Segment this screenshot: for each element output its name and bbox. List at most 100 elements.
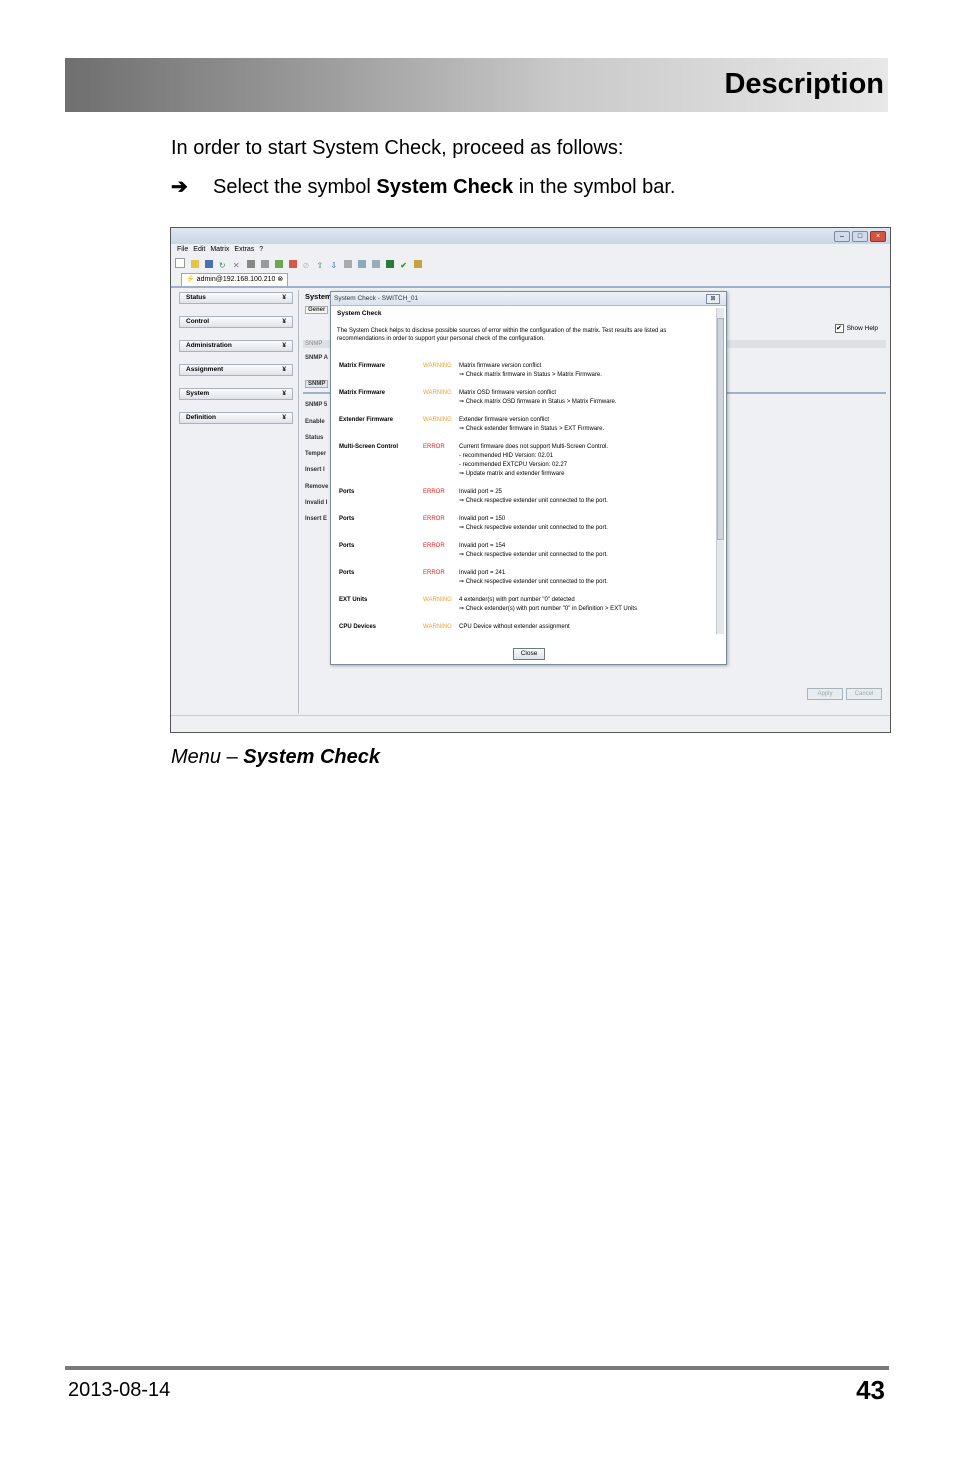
figure-caption: Menu – System Check <box>171 746 380 769</box>
close-icon[interactable]: ⊠ <box>706 294 720 304</box>
page-number: 43 <box>856 1375 885 1405</box>
caption-prefix: Menu – <box>171 746 244 768</box>
chevron-down-icon: ¥ <box>282 414 286 421</box>
open-icon[interactable] <box>190 260 199 268</box>
cut-icon[interactable]: ✕ <box>233 262 241 270</box>
close-tab-icon[interactable]: ⊗ <box>277 276 283 283</box>
save-icon[interactable] <box>204 260 213 268</box>
symbol-bar: ↻ ✕ ⊘ ⇧ ⇩ ✔ <box>175 258 426 270</box>
content-label: Invalid I <box>305 500 328 506</box>
document-icon[interactable] <box>344 260 353 268</box>
content-label: SNMP A <box>305 355 329 361</box>
sidebar-item-label: Definition <box>186 414 216 421</box>
dialog-heading: System Check <box>337 310 382 317</box>
navigation-sidebar: Status ¥ Control ¥ Administration ¥ Assignm… <box>179 292 293 436</box>
menu-help[interactable]: ? <box>259 246 263 253</box>
result-message: 4 extender(s) with port number "0" detec… <box>459 597 638 612</box>
footer-divider <box>65 1366 889 1370</box>
copy-icon[interactable] <box>246 260 255 268</box>
minimize-icon[interactable]: – <box>834 231 850 242</box>
stop-icon[interactable]: ⊘ <box>303 262 311 270</box>
show-help-checkbox[interactable]: ✔ Show Help <box>834 324 878 333</box>
result-severity: WARNING <box>423 363 452 369</box>
sidebar-item-definition[interactable]: Definition ¥ <box>179 412 293 424</box>
content-label: Insert I <box>305 467 325 473</box>
result-category: Ports <box>339 516 355 522</box>
tab-general[interactable]: Gener <box>305 306 329 314</box>
sidebar-item-status[interactable]: Status ¥ <box>179 292 293 304</box>
result-category: EXT Units <box>339 597 368 603</box>
maximize-icon[interactable]: □ <box>852 231 868 242</box>
result-message: Invalid port = 241 ⇒ Check respective ex… <box>459 570 608 585</box>
sidebar-item-label: Administration <box>186 342 232 349</box>
result-category: Ports <box>339 489 355 495</box>
system-check-icon[interactable]: ✔ <box>400 262 408 270</box>
export-icon[interactable] <box>358 260 367 268</box>
close-icon[interactable]: × <box>870 231 886 242</box>
menu-extras[interactable]: Extras <box>234 246 254 253</box>
content-label: Insert E <box>305 516 328 522</box>
result-message: Invalid port = 150 ⇒ Check respective ex… <box>459 516 608 531</box>
sidebar-item-assignment[interactable]: Assignment ¥ <box>179 364 293 376</box>
refresh-icon[interactable]: ↻ <box>219 262 227 270</box>
show-help-label: Show Help <box>846 325 878 332</box>
dialog-scrollbar[interactable] <box>716 308 724 634</box>
content-label: Enable <box>305 419 325 425</box>
arrow-icon: ➔ <box>171 176 188 198</box>
disconnect-icon[interactable] <box>288 260 297 268</box>
result-message: Matrix OSD firmware version conflict ⇒ C… <box>459 390 617 405</box>
result-category: Ports <box>339 543 355 549</box>
matrix-icon[interactable] <box>386 260 395 268</box>
window-titlebar: – □ × <box>171 228 890 244</box>
download-icon[interactable]: ⇩ <box>330 262 338 270</box>
chapter-header-bar: Description <box>65 58 888 112</box>
result-category: Ports <box>339 570 355 576</box>
chevron-down-icon: ¥ <box>282 294 286 301</box>
window-controls: – □ × <box>832 231 886 242</box>
tools-icon[interactable] <box>414 260 423 268</box>
sidebar-item-label: Assignment <box>186 366 224 373</box>
result-severity: ERROR <box>423 516 445 522</box>
connection-icon: ⚡ <box>186 276 195 283</box>
connect-icon[interactable] <box>274 260 283 268</box>
result-severity: WARNING <box>423 597 452 603</box>
connection-tab-label: admin@192.168.100.210 <box>196 276 276 283</box>
chevron-down-icon: ¥ <box>282 390 286 397</box>
result-category: Multi-Screen Control <box>339 444 399 450</box>
close-button[interactable]: Close <box>513 648 545 660</box>
new-icon[interactable] <box>175 258 185 268</box>
content-label: Status <box>305 435 324 441</box>
status-bar <box>171 715 890 732</box>
scrollbar-thumb[interactable] <box>717 318 724 540</box>
checkbox-checked-icon: ✔ <box>834 324 844 333</box>
menu-file[interactable]: File <box>177 246 188 253</box>
dialog-titlebar: System Check - SWITCH_01 ⊠ <box>331 292 726 306</box>
result-severity: ERROR <box>423 543 445 549</box>
sidebar-item-control[interactable]: Control ¥ <box>179 316 293 328</box>
result-message: Matrix firmware version conflict ⇒ Check… <box>459 363 602 378</box>
cancel-button[interactable]: Cancel <box>846 688 882 700</box>
step-text-before: Select the symbol <box>213 176 377 198</box>
sidebar-item-system[interactable]: System ¥ <box>179 388 293 400</box>
caption-bold: System Check <box>243 746 381 768</box>
system-check-dialog: System Check - SWITCH_01 ⊠ System Check … <box>330 291 727 665</box>
menu-matrix[interactable]: Matrix <box>210 246 229 253</box>
paste-icon[interactable] <box>260 260 269 268</box>
sidebar-item-label: Control <box>186 318 210 325</box>
dialog-description: The System Check helps to disclose possi… <box>337 328 667 342</box>
application-screenshot: – □ × File Edit Matrix Extras? ↻ ✕ ⊘ ⇧ ⇩ ✔ ⚡ … <box>170 227 891 733</box>
connection-tab[interactable]: ⚡ admin@192.168.100.210 ⊗ <box>181 273 289 286</box>
menu-edit[interactable]: Edit <box>193 246 205 253</box>
sidebar-item-administration[interactable]: Administration ¥ <box>179 340 293 352</box>
result-message: Extender firmware version conflict ⇒ Che… <box>459 417 605 432</box>
tab-snmp[interactable]: SNMP <box>305 380 329 388</box>
connection-tab-row: ⚡ admin@192.168.100.210 ⊗ <box>171 272 890 288</box>
import-icon[interactable] <box>372 260 381 268</box>
upload-icon[interactable]: ⇧ <box>317 262 325 270</box>
apply-button[interactable]: Apply <box>807 688 843 700</box>
result-severity: WARNING <box>423 417 452 423</box>
result-category: Matrix Firmware <box>339 363 386 369</box>
chevron-down-icon: ¥ <box>282 342 286 349</box>
dialog-title: System Check - SWITCH_01 <box>334 295 419 302</box>
action-buttons: Apply Cancel <box>804 688 882 700</box>
